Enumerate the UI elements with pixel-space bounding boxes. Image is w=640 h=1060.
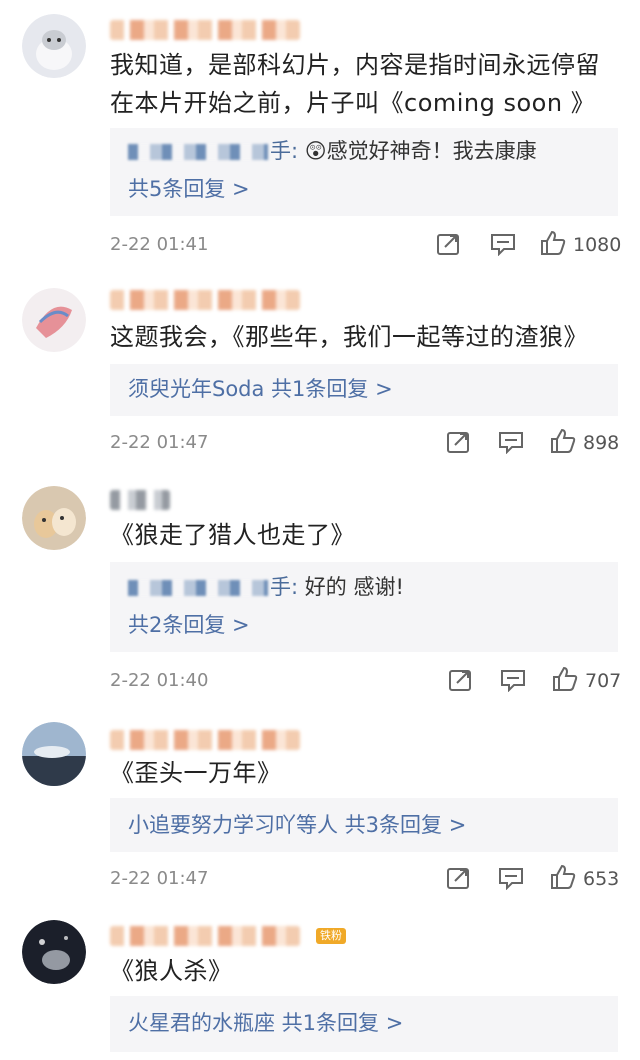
view-replies-link[interactable]: 共5条回复 > [128,174,250,204]
comment-text: 《狼人杀》 [110,957,233,985]
username[interactable] [110,290,300,310]
like-count: 898 [583,432,620,454]
view-replies-link[interactable]: 须臾光年Soda 共1条回复 > [128,374,393,404]
share-icon[interactable] [446,430,472,454]
like-count: 707 [585,670,622,692]
fan-badge: 铁粉 [316,928,346,944]
timestamp: 2-22 01:47 [110,868,209,889]
reply-preview: 手: 😲感觉好神奇！我去康康 [128,136,537,166]
reply-box[interactable]: 火星君的水瓶座 共1条回复 > [110,996,618,1052]
avatar[interactable] [22,14,86,78]
avatar[interactable] [22,288,86,352]
username[interactable] [110,490,170,510]
comment-text: 我知道，是部科幻片，内容是指时间永远停留在本片开始之前，片子叫《coming s… [110,51,600,117]
avatar[interactable] [22,486,86,550]
share-icon[interactable] [448,668,474,692]
view-replies-link[interactable]: 火星君的水瓶座 共1条回复 > [128,1008,403,1038]
comment-text: 《歪头一万年》 [110,759,282,787]
like-icon[interactable] [540,230,566,255]
share-icon[interactable] [436,232,462,256]
reply-box[interactable]: 手: 好的 感谢! 共2条回复 > [110,562,618,652]
view-replies-link[interactable]: 小追要努力学习吖等人 共3条回复 > [128,810,466,840]
timestamp: 2-22 01:41 [110,234,209,255]
comment-icon[interactable] [500,668,526,693]
like-count: 1080 [573,234,622,256]
reply-text: 好的 感谢! [304,575,404,599]
timestamp: 2-22 01:40 [110,670,209,691]
reply-box[interactable]: 须臾光年Soda 共1条回复 > [110,364,618,416]
reply-preview: 手: 好的 感谢! [128,572,404,602]
reply-emoji: 😲 [304,139,327,163]
comment-icon[interactable] [498,866,524,891]
like-icon[interactable] [550,428,576,453]
share-icon[interactable] [446,866,472,890]
comment-icon[interactable] [498,430,524,455]
view-replies-link[interactable]: 共2条回复 > [128,610,250,640]
reply-username[interactable] [128,580,268,596]
like-count: 653 [583,868,620,890]
reply-text: 感觉好神奇！我去康康 [326,139,537,163]
username[interactable] [110,20,300,40]
like-icon[interactable] [552,666,578,691]
avatar[interactable] [22,920,86,984]
username[interactable] [110,926,300,946]
like-icon[interactable] [550,864,576,889]
reply-box[interactable]: 手: 😲感觉好神奇！我去康康 共5条回复 > [110,128,618,216]
reply-box[interactable]: 小追要努力学习吖等人 共3条回复 > [110,798,618,852]
comment-text: 这题我会，《那些年，我们一起等过的渣狼》 [110,323,588,351]
avatar[interactable] [22,722,86,786]
comment-text: 《狼走了猎人也走了》 [110,521,355,549]
username[interactable] [110,730,300,750]
reply-username[interactable] [128,144,268,160]
timestamp: 2-22 01:47 [110,432,209,453]
comment-icon[interactable] [490,232,516,257]
